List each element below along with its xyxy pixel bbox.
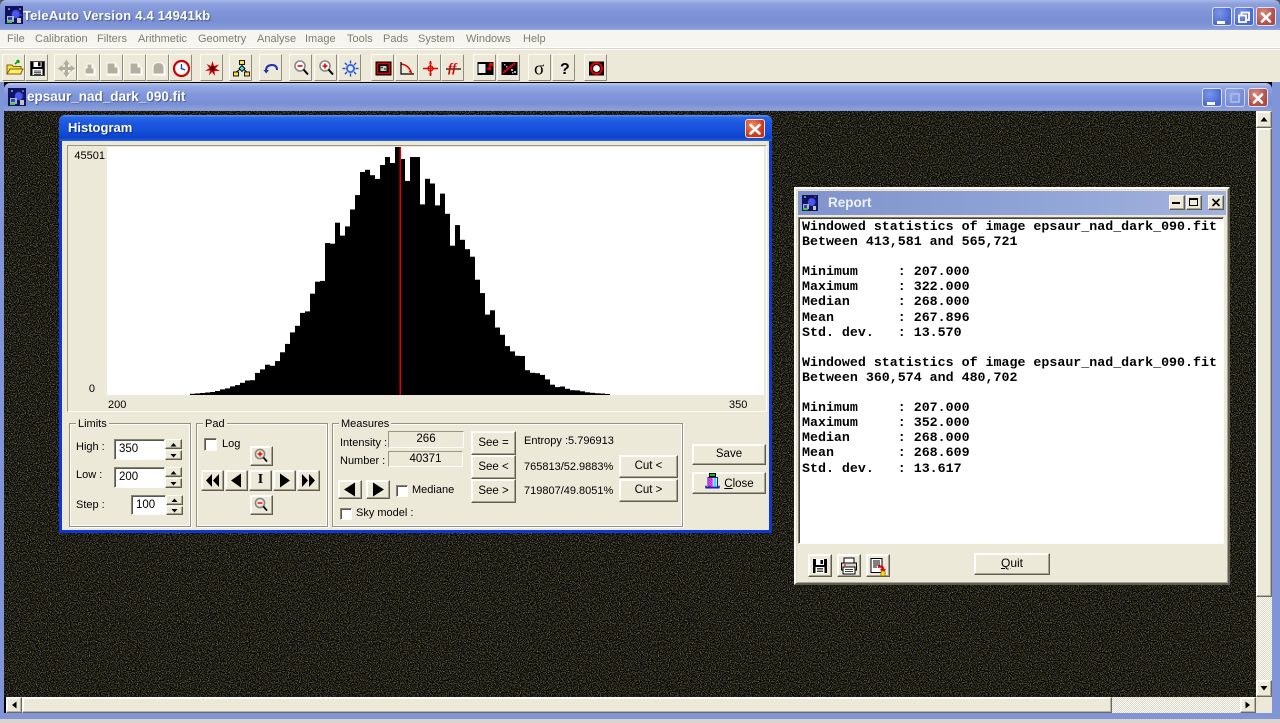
svg-text:ff: ff bbox=[448, 60, 458, 75]
svg-text:?: ? bbox=[560, 61, 570, 78]
svg-text:σ: σ bbox=[534, 59, 544, 78]
